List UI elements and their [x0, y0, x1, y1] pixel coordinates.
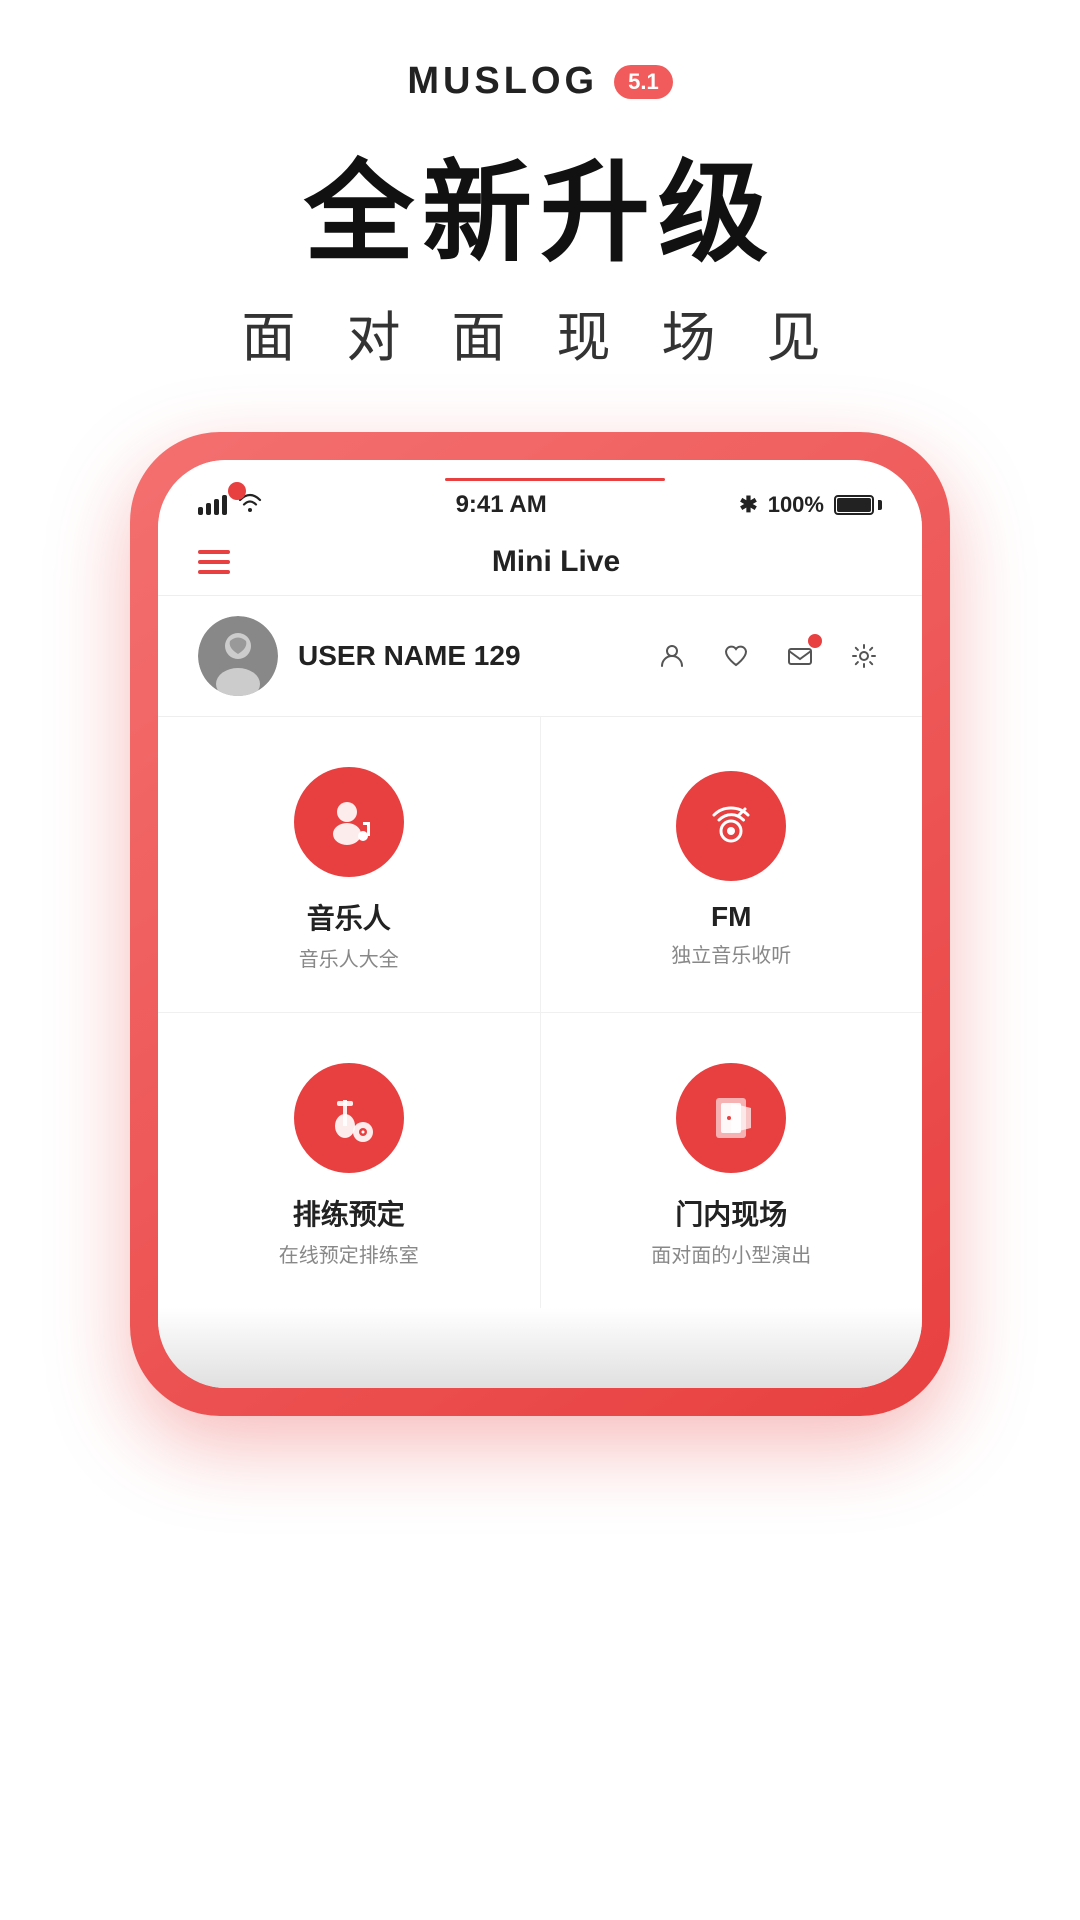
- grid-item-venue[interactable]: 门内现场 面对面的小型演出: [541, 1013, 923, 1308]
- hamburger-line-2: [198, 560, 230, 564]
- user-name: USER NAME 129: [298, 640, 654, 672]
- app-header: Mini Live: [158, 529, 922, 596]
- grid-menu: 音乐人 音乐人大全 FM: [158, 717, 922, 1308]
- settings-icon-button[interactable]: [846, 638, 882, 674]
- battery-fill: [837, 498, 871, 512]
- status-right: ✱ 100%: [739, 492, 882, 518]
- app-name: MUSLOG: [407, 60, 598, 103]
- app-header-title: Mini Live: [230, 545, 882, 579]
- profile-icon-button[interactable]: [654, 638, 690, 674]
- signal-bar-1: [198, 507, 203, 515]
- phone-inner-screen: 9:41 AM ✱ 100%: [158, 460, 922, 1388]
- musician-subtitle: 音乐人大全: [299, 943, 399, 972]
- avatar: [198, 616, 278, 696]
- grid-item-fm[interactable]: FM 独立音乐收听: [541, 717, 923, 1012]
- fm-icon-circle: [676, 771, 786, 881]
- notch-line: [445, 478, 665, 481]
- signal-bar-3: [214, 499, 219, 515]
- venue-subtitle: 面对面的小型演出: [651, 1239, 811, 1268]
- fm-title: FM: [711, 901, 751, 933]
- status-bar: 9:41 AM ✱ 100%: [158, 481, 922, 529]
- rehearsal-icon-circle: [294, 1063, 404, 1173]
- status-time: 9:41 AM: [456, 491, 547, 519]
- version-badge: 5.1: [614, 65, 673, 99]
- battery-tip: [878, 500, 882, 510]
- signal-bar-4: [222, 495, 227, 515]
- top-header: MUSLOG 5.1: [407, 60, 672, 103]
- rehearsal-subtitle: 在线预定排练室: [279, 1239, 419, 1268]
- battery-percent: 100%: [768, 492, 824, 518]
- venue-title: 门内现场: [675, 1193, 787, 1233]
- venue-icon-circle: [676, 1063, 786, 1173]
- mail-notification-badge: [808, 634, 822, 648]
- phone-outer-frame: 9:41 AM ✱ 100%: [130, 432, 950, 1416]
- phone-notch-bar: [158, 460, 922, 481]
- favorites-icon-button[interactable]: [718, 638, 754, 674]
- hamburger-menu[interactable]: [198, 550, 230, 574]
- grid-item-rehearsal[interactable]: 排练预定 在线预定排练室: [158, 1013, 540, 1308]
- mail-icon-button[interactable]: [782, 638, 818, 674]
- battery-body: [834, 495, 874, 515]
- phone-mockup: 9:41 AM ✱ 100%: [130, 432, 950, 1416]
- phone-bottom-area: [158, 1308, 922, 1388]
- rehearsal-title: 排练预定: [293, 1193, 405, 1233]
- grid-item-musician[interactable]: 音乐人 音乐人大全: [158, 717, 540, 1012]
- hamburger-line-1: [198, 550, 230, 554]
- bluetooth-icon: ✱: [739, 492, 757, 518]
- user-icons: [654, 638, 882, 674]
- hamburger-line-3: [198, 570, 230, 574]
- musician-icon-circle: [294, 767, 404, 877]
- user-bar: USER NAME 129: [158, 596, 922, 717]
- main-title: 全新升级: [304, 123, 776, 283]
- notch-dot: [228, 482, 246, 500]
- musician-title: 音乐人: [307, 897, 391, 937]
- battery-icon: [834, 495, 882, 515]
- sub-title: 面 对 面 现 场 见: [241, 293, 838, 372]
- signal-bar-2: [206, 503, 211, 515]
- signal-bars: [198, 495, 227, 515]
- fm-subtitle: 独立音乐收听: [671, 939, 791, 968]
